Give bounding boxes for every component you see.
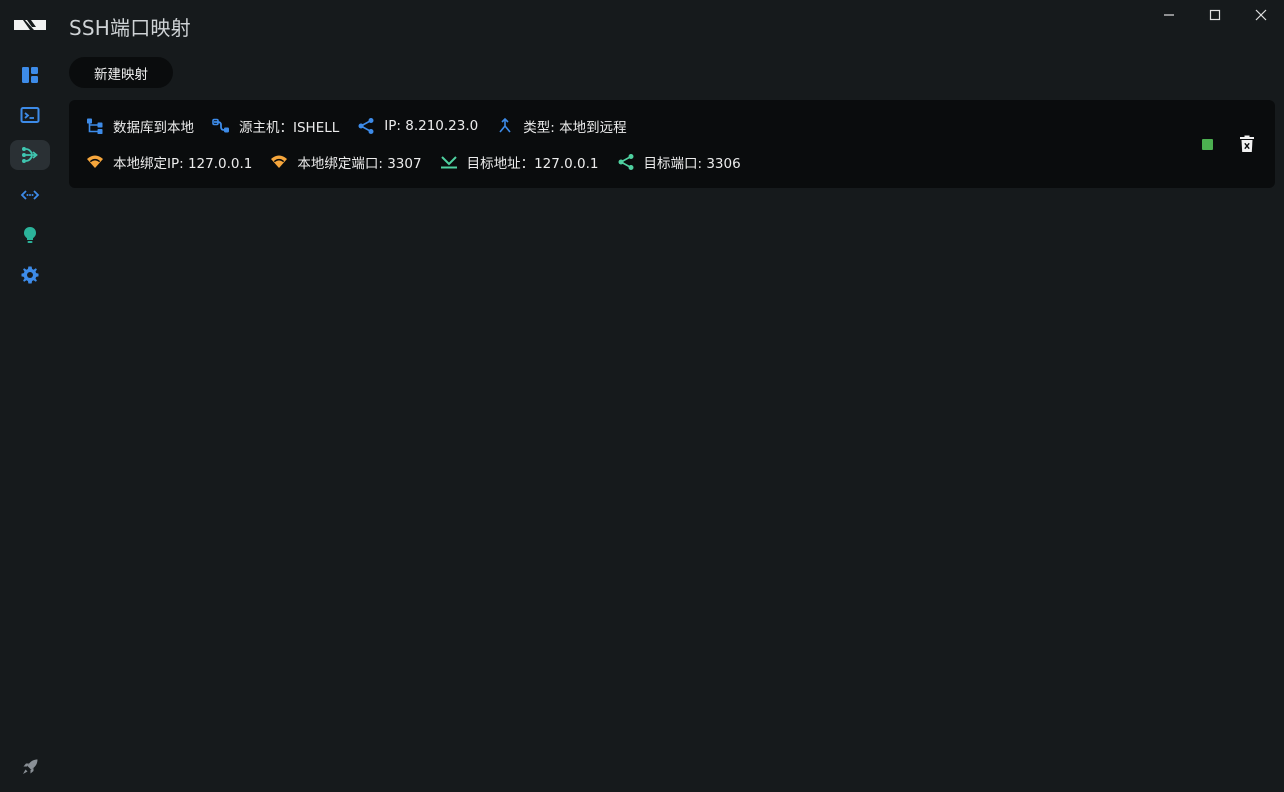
app-window: SSH端口映射 新建映射 数据库到本地 源主机：ISHELL IP: 8.210… bbox=[0, 0, 1284, 792]
stop-icon bbox=[1201, 138, 1213, 150]
new-mapping-button[interactable]: 新建映射 bbox=[69, 57, 173, 88]
source-host-field: 源主机：ISHELL bbox=[212, 116, 339, 136]
network-tree-icon bbox=[87, 118, 103, 134]
close-icon bbox=[1255, 9, 1267, 21]
share-icon bbox=[618, 154, 633, 170]
mapping-type: 类型: 本地到远程 bbox=[523, 120, 627, 136]
local-bind-ip-field: 本地绑定IP: 127.0.0.1 bbox=[86, 152, 252, 172]
sidebar-item-settings[interactable] bbox=[10, 260, 50, 290]
window-controls bbox=[1146, 0, 1284, 32]
code-arrows-icon bbox=[20, 190, 40, 200]
wifi-icon bbox=[271, 155, 288, 168]
rocket-icon bbox=[23, 759, 38, 774]
lightbulb-icon bbox=[24, 227, 36, 243]
page-title: SSH端口映射 bbox=[69, 16, 191, 40]
share-icon bbox=[358, 118, 374, 134]
mapping-row-primary: 数据库到本地 源主机：ISHELL IP: 8.210.23.0 类型: 本地到… bbox=[86, 116, 645, 136]
local-bind-ip: 本地绑定IP: 127.0.0.1 bbox=[113, 156, 253, 172]
ip-field: IP: 8.210.23.0 bbox=[357, 117, 478, 135]
target-address-field: 目标地址：127.0.0.1 bbox=[440, 152, 599, 172]
target-address: 目标地址：127.0.0.1 bbox=[466, 156, 599, 172]
target-port-field: 目标端口: 3306 bbox=[617, 152, 741, 172]
ip-value: IP: 8.210.23.0 bbox=[384, 118, 479, 134]
dashboard-icon bbox=[22, 67, 38, 83]
local-bind-port-field: 本地绑定端口: 3307 bbox=[270, 152, 422, 172]
mapping-name-field: 数据库到本地 bbox=[86, 116, 194, 136]
mapping-name: 数据库到本地 bbox=[113, 120, 194, 136]
merge-icon bbox=[499, 117, 511, 133]
terminal-icon bbox=[20, 107, 40, 123]
target-port: 目标端口: 3306 bbox=[643, 156, 741, 172]
sidebar-item-ideas[interactable] bbox=[10, 220, 50, 250]
type-field: 类型: 本地到远程 bbox=[496, 116, 627, 136]
gear-icon bbox=[21, 266, 39, 284]
port-forward-icon bbox=[22, 147, 38, 163]
source-host: 源主机：ISHELL bbox=[239, 120, 340, 136]
sidebar-item-launch[interactable] bbox=[10, 752, 50, 782]
plug-connect-icon bbox=[212, 118, 229, 133]
minimize-button[interactable] bbox=[1146, 0, 1192, 30]
mapping-card: 数据库到本地 源主机：ISHELL IP: 8.210.23.0 类型: 本地到… bbox=[69, 100, 1275, 188]
stop-mapping-button[interactable] bbox=[1197, 134, 1217, 154]
mapping-actions bbox=[1197, 134, 1257, 154]
maximize-button[interactable] bbox=[1192, 0, 1238, 30]
app-logo-icon bbox=[14, 20, 46, 30]
delete-icon bbox=[1240, 135, 1254, 152]
delete-mapping-button[interactable] bbox=[1237, 134, 1257, 154]
download-tray-icon bbox=[440, 156, 457, 169]
sidebar-item-code[interactable] bbox=[10, 180, 50, 210]
sidebar-item-port-mapping[interactable] bbox=[10, 140, 50, 170]
close-button[interactable] bbox=[1238, 0, 1284, 30]
sidebar-item-dashboard[interactable] bbox=[10, 60, 50, 90]
mapping-row-secondary: 本地绑定IP: 127.0.0.1 本地绑定端口: 3307 目标地址：127.… bbox=[86, 152, 759, 172]
local-bind-port: 本地绑定端口: 3307 bbox=[297, 156, 422, 172]
sidebar-item-terminal[interactable] bbox=[10, 100, 50, 130]
minimize-icon bbox=[1164, 14, 1174, 16]
maximize-icon bbox=[1209, 9, 1221, 21]
sidebar bbox=[0, 0, 60, 792]
wifi-icon bbox=[87, 155, 103, 168]
